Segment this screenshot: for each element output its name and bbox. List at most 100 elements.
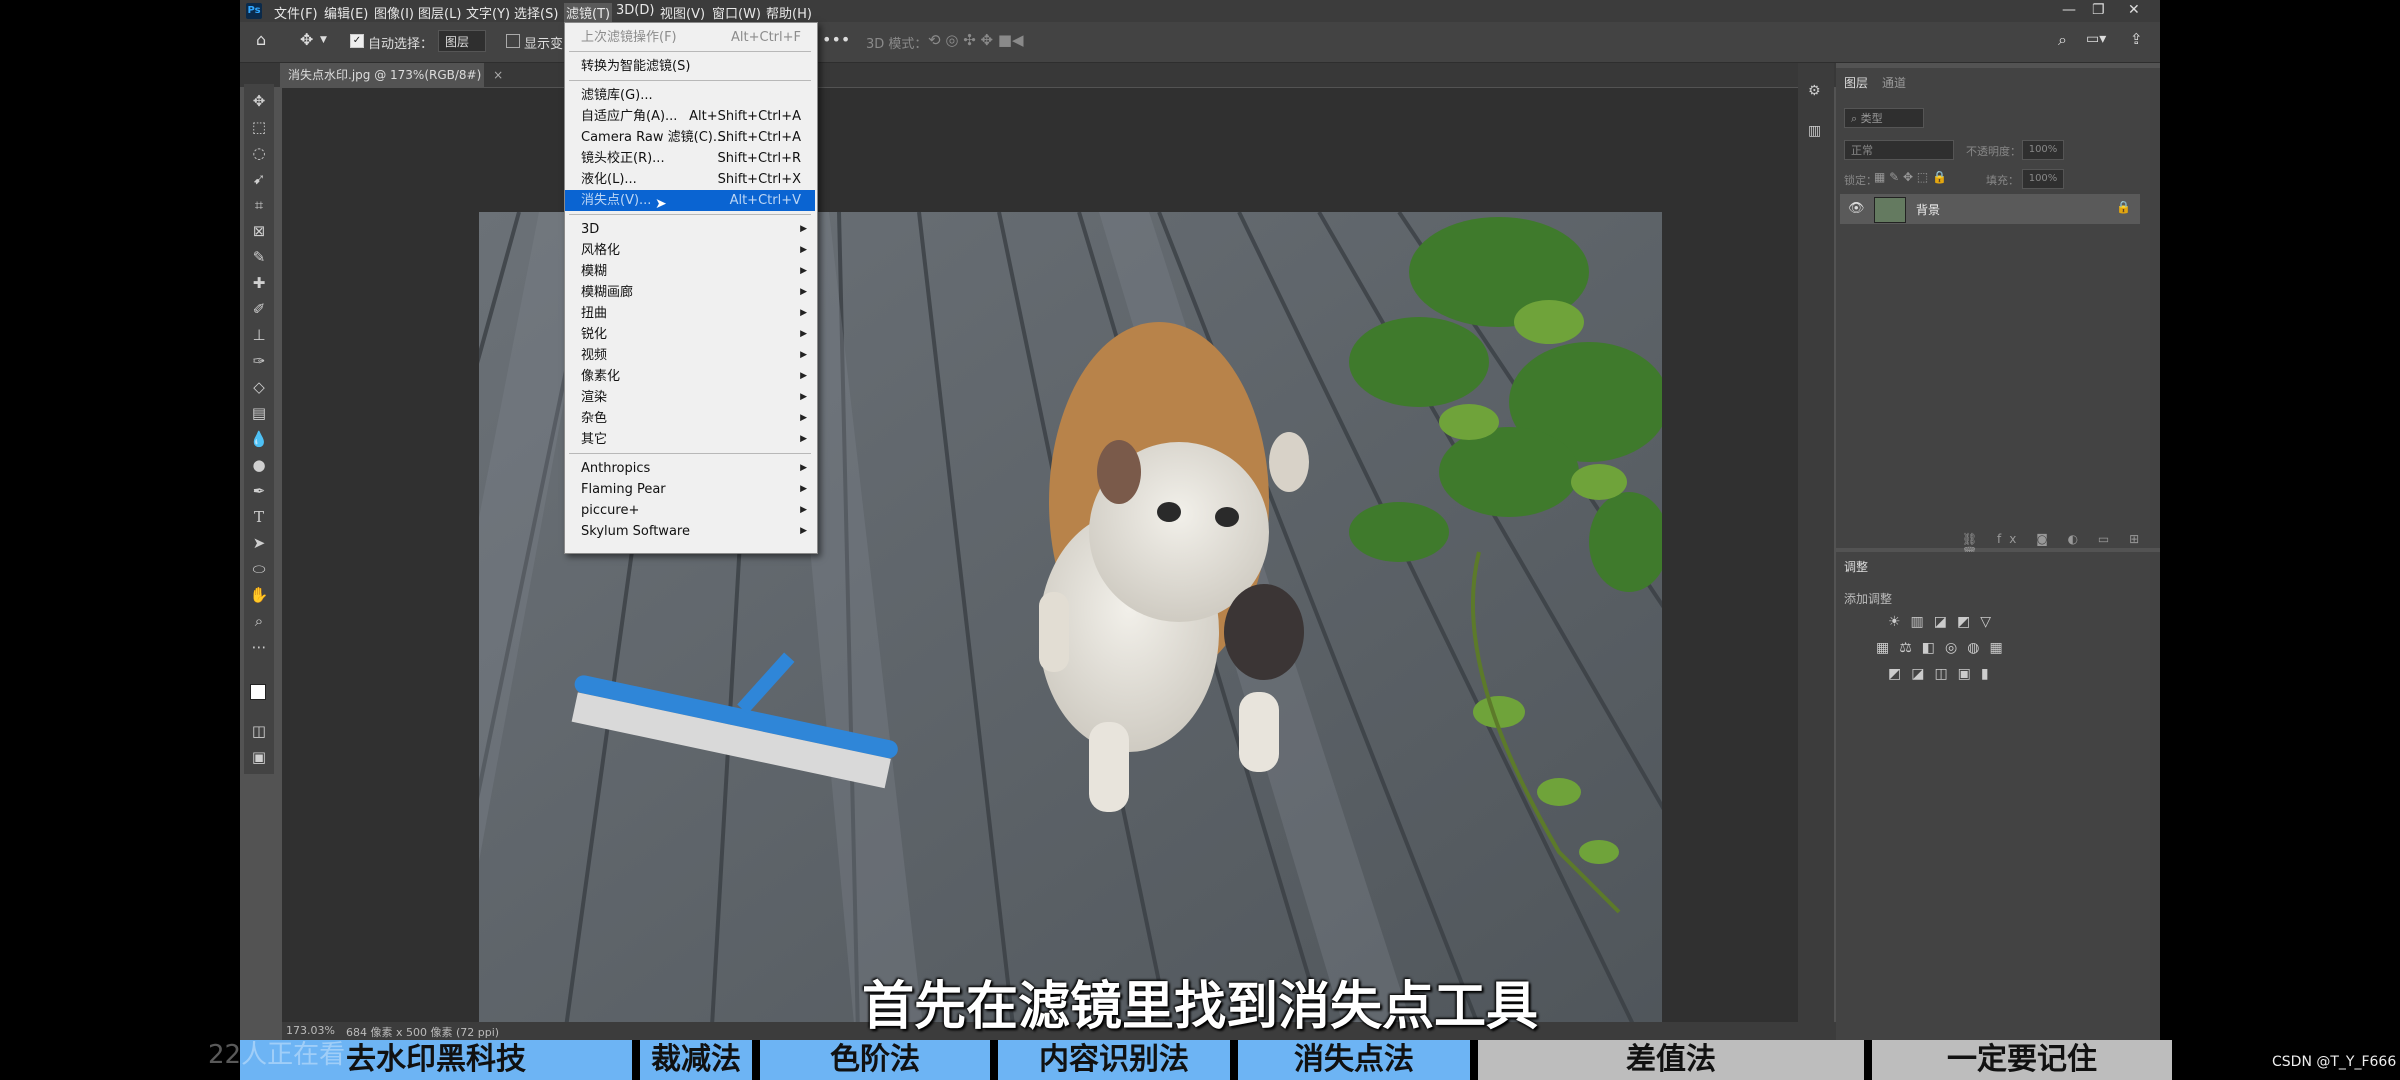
filter-menu-item[interactable]: 像素化 ▶ xyxy=(565,366,815,387)
show-transform-checkbox[interactable] xyxy=(506,34,520,48)
quick-select-tool-icon[interactable]: ➹ xyxy=(244,168,274,190)
stamp-tool-icon[interactable]: ⊥ xyxy=(244,324,274,346)
menu-layer[interactable]: 图层(L) xyxy=(418,3,461,22)
blur-tool-icon[interactable]: 💧 xyxy=(244,428,274,450)
eraser-tool-icon[interactable]: ◇ xyxy=(244,376,274,398)
screen-mode-icon[interactable]: ▣ xyxy=(244,746,274,768)
tab-channels[interactable]: 通道 xyxy=(1882,74,1906,91)
menu-type[interactable]: 文字(Y) xyxy=(466,3,510,22)
filter-menu-item[interactable]: 3D ▶ xyxy=(565,219,815,240)
tab-adjustments[interactable]: 调整 xyxy=(1844,558,1868,575)
foreground-color-swatch[interactable] xyxy=(250,684,266,700)
close-tab-icon[interactable]: × xyxy=(493,68,503,82)
home-icon[interactable]: ⌂ xyxy=(256,30,266,49)
3d-orbit-icon[interactable]: ⟲ ◎ ✣ ✥ ■◀ xyxy=(928,31,1024,49)
menu-filter[interactable]: 滤镜(T) xyxy=(564,3,613,22)
filter-menu-item[interactable]: 液化(L)... Shift+Ctrl+X xyxy=(565,169,815,190)
type-tool-icon[interactable]: T xyxy=(244,506,274,528)
crop-tool-icon[interactable]: ⌗ xyxy=(244,194,274,216)
filter-menu-item[interactable]: 模糊画廊 ▶ xyxy=(565,282,815,303)
close-icon[interactable]: ✕ xyxy=(2128,2,2140,18)
filter-menu-item[interactable]: 消失点(V)... Alt+Ctrl+V ➤ xyxy=(565,190,815,212)
filter-menu-item[interactable]: Flaming Pear ▶ xyxy=(565,479,815,500)
more-options-icon[interactable]: ••• xyxy=(822,30,850,49)
chapter-segment[interactable]: 裁减法 xyxy=(640,1040,752,1080)
filter-menu-item[interactable]: 上次滤镜操作(F) Alt+Ctrl+F xyxy=(565,27,815,48)
zoom-tool-icon[interactable]: ⌕ xyxy=(244,610,274,632)
filter-menu-item[interactable]: 视频 ▶ xyxy=(565,345,815,366)
auto-select-dropdown[interactable]: 图层 xyxy=(438,30,486,52)
filter-menu-item[interactable]: Camera Raw 滤镜(C)... Shift+Ctrl+A xyxy=(565,127,815,148)
menu-help[interactable]: 帮助(H) xyxy=(766,3,812,22)
filter-menu-item[interactable]: 转换为智能滤镜(S) xyxy=(565,56,815,77)
pen-tool-icon[interactable]: ✒ xyxy=(244,480,274,502)
move-icon[interactable]: ✥ xyxy=(300,30,313,49)
menu-item-label: 上次滤镜操作(F) xyxy=(581,30,677,45)
lasso-tool-icon[interactable]: ◌ xyxy=(244,142,274,164)
fill-input[interactable]: 100% xyxy=(2022,169,2064,189)
quick-mask-icon[interactable]: ◫ xyxy=(244,720,274,742)
shape-tool-icon[interactable]: ⬭ xyxy=(244,558,274,580)
restore-icon[interactable]: ❐ xyxy=(2092,2,2105,18)
layer-row-background[interactable]: 👁 背景 🔒 xyxy=(1840,194,2140,224)
chapter-segment[interactable]: 差值法 xyxy=(1478,1040,1864,1080)
menu-file[interactable]: 文件(F) xyxy=(274,3,318,22)
chevron-down-icon[interactable]: ▼ xyxy=(320,35,327,45)
properties-icon[interactable]: ⚙ xyxy=(1808,83,1821,99)
document-tab[interactable]: 消失点水印.jpg @ 173%(RGB/8#) × xyxy=(280,63,503,87)
marquee-tool-icon[interactable]: ⬚ xyxy=(244,116,274,138)
eyedropper-tool-icon[interactable]: ✎ xyxy=(244,246,274,268)
canvas-area[interactable] xyxy=(282,88,1814,1040)
eye-icon[interactable]: 👁 xyxy=(1848,201,1865,216)
frame-tool-icon[interactable]: ⊠ xyxy=(244,220,274,242)
filter-menu-item[interactable]: 扭曲 ▶ xyxy=(565,303,815,324)
menu-3d[interactable]: 3D(D) xyxy=(616,3,654,18)
menu-image[interactable]: 图像(I) xyxy=(374,3,414,22)
auto-select-checkbox[interactable]: ✓ xyxy=(350,34,364,48)
menu-select[interactable]: 选择(S) xyxy=(514,3,558,22)
filter-menu-item[interactable]: Anthropics ▶ xyxy=(565,458,815,479)
hand-tool-icon[interactable]: ✋ xyxy=(244,584,274,606)
mouse-cursor-icon: ➤ xyxy=(655,196,667,212)
filter-menu-item[interactable]: Skylum Software ▶ xyxy=(565,521,815,542)
chapter-segment[interactable]: 内容识别法 xyxy=(998,1040,1230,1080)
brush-tool-icon[interactable]: ✐ xyxy=(244,298,274,320)
menu-view[interactable]: 视图(V) xyxy=(660,3,705,22)
healing-brush-icon[interactable]: ✚ xyxy=(244,272,274,294)
search-icon[interactable]: ⌕ xyxy=(2058,30,2067,50)
blend-mode-dropdown[interactable]: 正常 xyxy=(1844,140,1954,160)
more-tools-icon[interactable]: ⋯ xyxy=(244,636,274,658)
chapter-segment[interactable]: 消失点法 xyxy=(1238,1040,1470,1080)
libraries-icon[interactable]: ▥ xyxy=(1808,123,1821,139)
adjustment-icons-row3[interactable]: ◩◪◫▣▮ xyxy=(1888,666,1999,682)
filter-menu-item[interactable]: piccure+ ▶ xyxy=(565,500,815,521)
adjustment-icons-row2[interactable]: ▦⚖◧◎◍▦ xyxy=(1876,640,2013,656)
filter-menu-item[interactable]: 风格化 ▶ xyxy=(565,240,815,261)
filter-menu-item[interactable]: 镜头校正(R)... Shift+Ctrl+R xyxy=(565,148,815,169)
move-tool-icon[interactable]: ✥ xyxy=(244,90,274,112)
chapter-segment[interactable]: 色阶法 xyxy=(760,1040,990,1080)
layer-name[interactable]: 背景 xyxy=(1916,201,1940,218)
filter-menu-item[interactable]: 杂色 ▶ xyxy=(565,408,815,429)
layer-filter-input[interactable]: ⌕ 类型 xyxy=(1844,108,1924,128)
lock-options-icon[interactable]: ▦ ✎ ✥ ⬚ 🔒 xyxy=(1874,170,1947,184)
adjustment-icons-row1[interactable]: ☀▥◪◩▽ xyxy=(1888,614,2001,630)
dodge-tool-icon[interactable]: ● xyxy=(244,454,274,476)
minimize-icon[interactable]: — xyxy=(2062,2,2076,18)
history-brush-icon[interactable]: ✑ xyxy=(244,350,274,372)
filter-menu-item[interactable]: 自适应广角(A)... Alt+Shift+Ctrl+A xyxy=(565,106,815,127)
menu-window[interactable]: 窗口(W) xyxy=(712,3,761,22)
filter-menu-item[interactable]: 滤镜库(G)... xyxy=(565,85,815,106)
opacity-input[interactable]: 100% xyxy=(2022,140,2064,160)
filter-menu-item[interactable]: 锐化 ▶ xyxy=(565,324,815,345)
tab-layers[interactable]: 图层 xyxy=(1844,74,1868,91)
path-select-icon[interactable]: ➤ xyxy=(244,532,274,554)
filter-menu-item[interactable]: 其它 ▶ xyxy=(565,429,815,450)
gradient-tool-icon[interactable]: ▤ xyxy=(244,402,274,424)
menu-edit[interactable]: 编辑(E) xyxy=(324,3,368,22)
filter-menu-item[interactable]: 渲染 ▶ xyxy=(565,387,815,408)
filter-menu-item[interactable]: 模糊 ▶ xyxy=(565,261,815,282)
workspace-icon[interactable]: ▭▾ xyxy=(2086,31,2106,47)
share-icon[interactable]: ⇪ xyxy=(2130,30,2143,48)
chapter-segment[interactable]: 一定要记住 xyxy=(1872,1040,2172,1080)
